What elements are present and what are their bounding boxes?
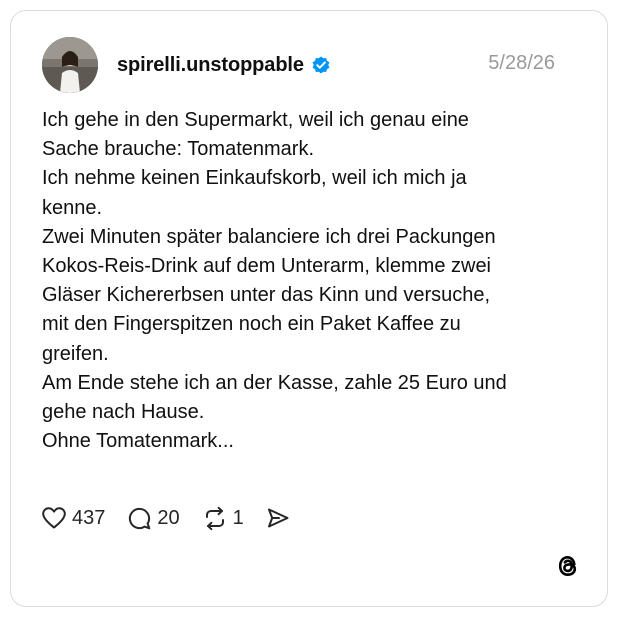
post-text-line: Ohne Tomatenmark... — [42, 430, 234, 453]
post-body: Ich gehe in den Supermarkt, weil ich gen… — [42, 106, 582, 456]
reply-button[interactable]: 20 — [127, 506, 180, 531]
post-text-line: greifen. — [42, 342, 109, 365]
repost-count: 1 — [232, 506, 244, 529]
action-bar: 437 20 1 — [41, 504, 312, 532]
heart-icon — [42, 507, 66, 529]
post-date: 5/28/26 — [488, 52, 555, 74]
reply-count: 20 — [157, 506, 180, 529]
post-card: spirelli.unstoppable 5/28/26 Ich gehe in… — [10, 10, 608, 607]
post-text-line: Gläser Kichererbsen unter das Kinn und v… — [42, 284, 491, 307]
username[interactable]: spirelli.unstoppable — [117, 54, 304, 77]
author-row: spirelli.unstoppable — [117, 51, 331, 79]
post-text-line: gehe nach Hause. — [42, 401, 205, 424]
comment-icon — [129, 507, 151, 529]
post-text-line: Zwei Minuten später balanciere ich drei … — [42, 225, 496, 248]
like-button[interactable]: 437 — [41, 506, 105, 530]
post-text-line: Ich gehe in den Supermarkt, weil ich gen… — [42, 109, 469, 131]
post-text-line: mit den Fingerspitzen noch ein Paket Kaf… — [42, 313, 461, 336]
post-text-line: kenne. — [42, 196, 103, 219]
post-text-line: Kokos-Reis-Drink auf dem Unterarm, klemm… — [42, 255, 492, 278]
avatar[interactable] — [42, 37, 98, 93]
threads-logo-icon — [555, 553, 581, 579]
repost-button[interactable]: 1 — [202, 506, 244, 531]
post-text-line: Sache brauche: Tomatenmark. — [42, 138, 315, 161]
share-button[interactable] — [266, 506, 290, 530]
share-icon — [267, 508, 289, 528]
post-text-line: Am Ende stehe ich an der Kasse, zahle 25… — [42, 371, 507, 394]
post-text-line: Ich nehme keinen Einkaufskorb, weil ich … — [42, 167, 467, 190]
like-count: 437 — [72, 506, 106, 529]
avatar-photo — [42, 37, 98, 93]
repost-icon — [205, 506, 224, 530]
verified-badge-icon — [311, 55, 331, 75]
